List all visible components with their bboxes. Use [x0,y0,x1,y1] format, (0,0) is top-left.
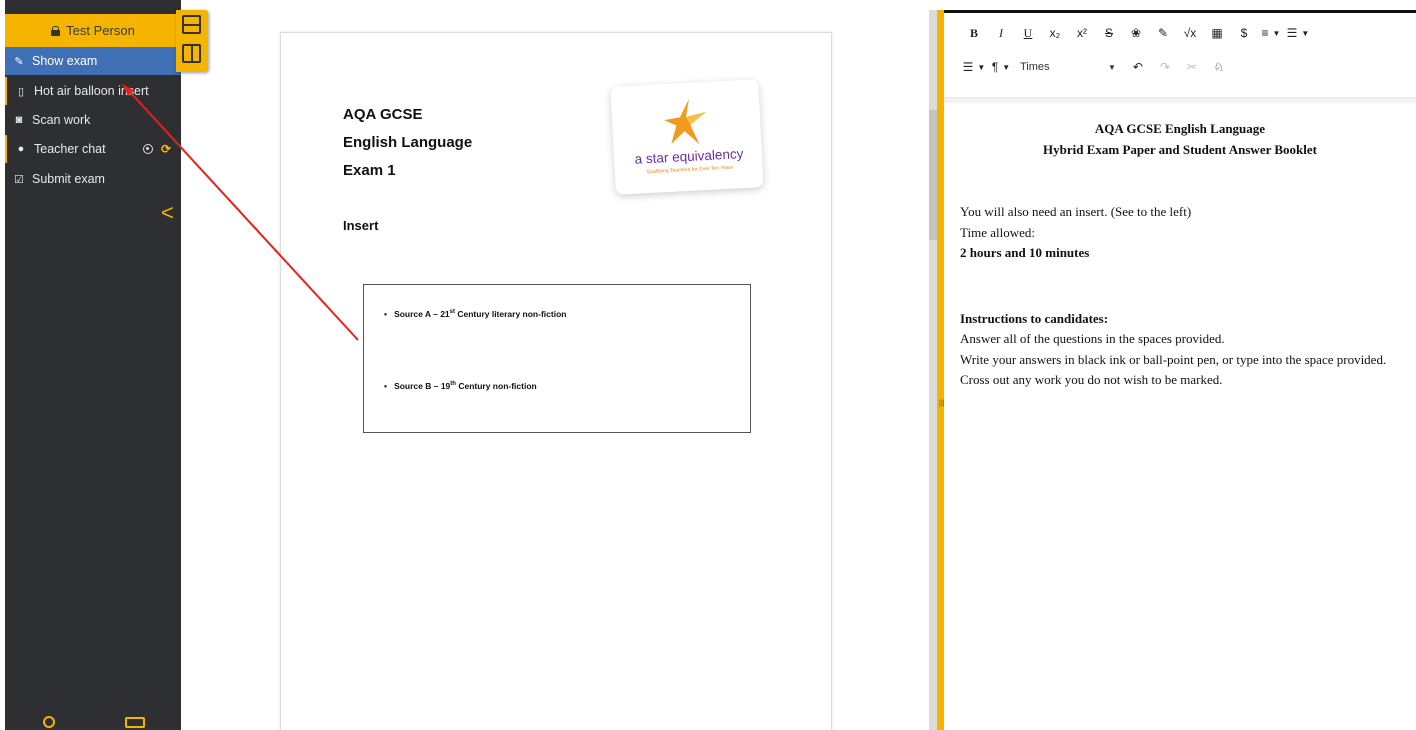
sidebar-item-scan-work[interactable]: ◙ Scan work [5,106,181,134]
subscript-button[interactable]: x₂ [1043,23,1067,43]
exam-document-page: AQA GCSE English Language Exam 1 a star … [280,32,832,730]
italic-button[interactable]: I [989,23,1013,43]
chevron-down-icon[interactable]: ▼ [1108,63,1116,72]
user-name: Test Person [66,23,135,38]
collapse-sidebar-button[interactable]: < [161,202,174,224]
table-button[interactable]: ▦ [1205,23,1229,43]
undo-icon[interactable]: ↶ [1126,57,1150,77]
sidebar-item-label: Hot air balloon insert [34,84,149,98]
paragraph-dropdown[interactable]: ¶ ▼ [989,57,1013,77]
instruction-line: Cross out any work you do not wish to be… [960,372,1223,387]
panel-divider[interactable] [929,10,937,730]
dollar-button[interactable]: $ [1232,23,1256,43]
refresh-icon[interactable]: ⟳ [161,142,171,156]
battery-icon[interactable] [125,717,145,728]
time-label: Time allowed: [960,224,1035,240]
instruction-line: Answer all of the questions in the space… [960,331,1225,346]
scrollbar-thumb[interactable] [929,110,937,240]
toolbar-row: B I U x₂ x² S ❀ ✎ √x ▦ $ ≡ ▼ ☰ ▼ [962,23,1313,43]
title-line: English Language [343,134,473,151]
user-bar[interactable]: Test Person [5,14,181,47]
time-value: 2 hours and 10 minutes [960,245,1090,260]
split-vertical-icon[interactable] [182,44,201,63]
sidebar-item-insert[interactable]: ▯ Hot air balloon insert [5,77,181,105]
split-horizontal-icon[interactable] [182,15,201,34]
title-line: AQA GCSE [343,106,423,123]
check-square-icon: ☑ [14,173,24,186]
font-family-select[interactable]: Times [1020,61,1108,73]
superscript-button[interactable]: x² [1070,23,1094,43]
bullet-list-dropdown[interactable]: ☰ ▼ [962,57,986,77]
editor-subheading: Hybrid Exam Paper and Student Answer Boo… [1042,141,1317,157]
editor-toolbar: B I U x₂ x² S ❀ ✎ √x ▦ $ ≡ ▼ ☰ ▼ ☰ ▼ ¶ ▼ Tim… [944,13,1416,103]
editor-heading: AQA GCSE English Language [1094,121,1266,136]
clock-icon[interactable] [43,716,55,728]
source-item: • Source A – 21st Century literary non-f… [384,309,567,319]
chat-icon: ● [17,143,25,155]
brush-icon[interactable]: ✎ [1151,23,1175,43]
sidebar-item-label: Scan work [32,113,91,127]
underline-button[interactable]: U [1016,23,1040,43]
star-logo-icon [664,98,706,145]
instruction-line: Write your answers in black ink or ball-… [960,351,1387,367]
equation-button[interactable]: √x [1178,23,1202,43]
align-dropdown[interactable]: ≡ ▼ [1259,23,1283,43]
sidebar-item-show-exam[interactable]: ✎ Show exam [5,47,181,75]
sidebar-item-label: Submit exam [32,172,105,186]
bold-button[interactable]: B [962,23,986,43]
sidebar-item-label: Show exam [32,54,98,68]
title-line: Exam 1 [343,162,396,179]
editor-content[interactable]: AQA GCSE English Language Hybrid Exam Pa… [960,119,1400,391]
source-item: • Source B – 19th Century non-fiction [384,381,537,391]
edit-icon: ✎ [14,55,24,68]
map-icon: ▯ [17,85,25,98]
sidebar-item-submit-exam[interactable]: ☑ Submit exam [5,165,181,193]
chat-status: ⟳ [142,142,171,156]
answer-editor: B I U x₂ x² S ❀ ✎ √x ▦ $ ≡ ▼ ☰ ▼ ☰ ▼ ¶ ▼ Tim… [944,10,1416,730]
format-painter-icon[interactable]: ♘ [1207,57,1231,77]
insert-heading: Insert [343,218,379,233]
toolbar-separator [944,97,1416,103]
strikethrough-button[interactable]: S [1097,23,1121,43]
layout-toggle [176,10,208,72]
ordered-list-dropdown[interactable]: ☰ ▼ [1286,23,1310,43]
toolbar-row: ☰ ▼ ¶ ▼ Times ▼ ↶ ↷ ✂ ♘ [962,57,1234,77]
insert-note: You will also need an insert. (See to th… [960,204,1192,219]
scissors-icon[interactable]: ✂ [1180,57,1204,77]
instructions-heading: Instructions to candidates: [960,310,1109,326]
document-title: AQA GCSE English Language Exam 1 [343,101,472,185]
droplet-icon[interactable]: ❀ [1124,23,1148,43]
sidebar-item-label: Teacher chat [34,142,106,156]
a-star-equivalency-logo: a star equivalency Qualifying Teachers f… [610,79,764,195]
redo-icon[interactable]: ↷ [1153,57,1177,77]
lock-icon [51,25,61,36]
camera-icon: ◙ [15,114,23,126]
sources-box: • Source A – 21st Century literary non-f… [363,284,751,433]
target-icon[interactable] [142,144,153,154]
sidebar: Test Person ✎ Show exam ▯ Hot air balloo… [5,0,181,730]
resize-handle[interactable] [937,10,944,730]
sidebar-item-teacher-chat[interactable]: ● Teacher chat ⟳ [5,135,181,163]
